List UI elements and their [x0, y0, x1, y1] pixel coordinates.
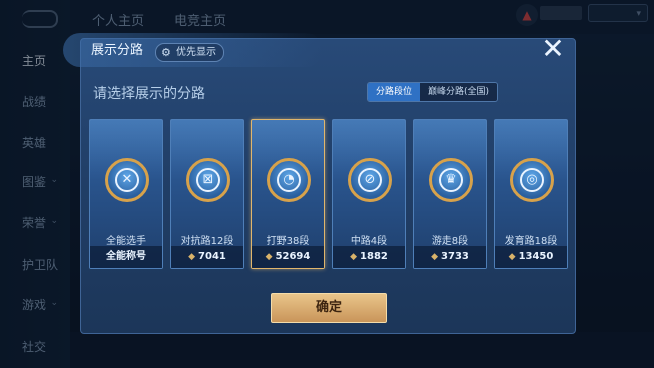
lane-badge-icon: ♛: [429, 158, 473, 202]
lane-card-label: 对抗路12段: [180, 236, 234, 247]
priority-display-label: 优先显示: [176, 47, 216, 58]
lane-card-value: 全能称号: [90, 246, 162, 268]
lane-card-value-text: 7041: [198, 251, 226, 262]
lane-card-label: 打野38段: [266, 236, 310, 247]
lane-badge-icon: ◔: [267, 158, 311, 202]
lane-badge-icon: ◎: [510, 158, 554, 202]
lane-emblem-icon: ✕: [115, 168, 139, 192]
rank-points-icon: ◆: [265, 252, 273, 262]
lane-card-value-text: 3733: [441, 251, 469, 262]
lane-card-0[interactable]: ✕ 全能选手全能称号: [89, 119, 163, 269]
lane-emblem-icon: ⊘: [358, 168, 382, 192]
prompt-text: 请选择展示的分路: [93, 86, 205, 102]
lane-card-value: ◆ 13450: [495, 246, 567, 268]
lane-card-value-text: 全能称号: [106, 251, 146, 262]
lane-emblem-icon: ◔: [277, 168, 301, 192]
confirm-button[interactable]: 确定: [271, 293, 387, 323]
lane-card-value: ◆ 1882: [333, 246, 405, 268]
lane-card-4[interactable]: ♛ 游走8段 ◆ 3733: [413, 119, 487, 269]
lane-card-value-text: 52694: [275, 251, 311, 262]
segment-toggle: 分路段位 巅峰分路(全国): [367, 82, 499, 102]
lane-card-value: ◆ 3733: [414, 246, 486, 268]
lane-card-value: ◆ 7041: [171, 246, 243, 268]
lane-emblem-icon: ⊠: [196, 168, 220, 192]
lane-badge-icon: ✕: [105, 158, 149, 202]
lane-card-3[interactable]: ⊘ 中路4段 ◆ 1882: [332, 119, 406, 269]
lane-card-label: 发育路18段: [504, 236, 558, 247]
lane-card-value-text: 1882: [360, 251, 388, 262]
rank-points-icon: ◆: [431, 252, 439, 262]
lane-card-5[interactable]: ◎ 发育路18段 ◆ 13450: [494, 119, 568, 269]
lane-badge-icon: ⊘: [348, 158, 392, 202]
close-icon[interactable]: ✕: [538, 34, 568, 64]
gear-icon: ⚙: [161, 46, 171, 59]
priority-display-button[interactable]: ⚙ 优先显示: [155, 43, 224, 62]
rank-points-icon: ◆: [508, 252, 516, 262]
lane-emblem-icon: ◎: [520, 168, 544, 192]
lane-emblem-icon: ♛: [439, 168, 463, 192]
lane-card-label: 全能选手: [106, 236, 146, 247]
lane-card-label: 游走8段: [431, 236, 469, 247]
show-lane-dialog: 展示分路 ⚙ 优先显示 请选择展示的分路 分路段位 巅峰分路(全国) ✕ 全能选手…: [63, 33, 576, 334]
lane-card-2[interactable]: ◔ 打野38段 ◆ 52694: [251, 119, 325, 269]
lane-card-label: 中路4段: [350, 236, 388, 247]
lane-card-1[interactable]: ⊠ 对抗路12段 ◆ 7041: [170, 119, 244, 269]
rank-points-icon: ◆: [350, 252, 358, 262]
dialog-title: 展示分路: [91, 43, 144, 58]
segment-peak-lane[interactable]: 巅峰分路(全国): [420, 83, 498, 101]
lane-badge-icon: ⊠: [186, 158, 230, 202]
lane-card-value: ◆ 52694: [252, 246, 324, 268]
rank-points-icon: ◆: [188, 252, 196, 262]
segment-lane-rank[interactable]: 分路段位: [368, 83, 421, 101]
lane-card-value-text: 13450: [518, 251, 554, 262]
